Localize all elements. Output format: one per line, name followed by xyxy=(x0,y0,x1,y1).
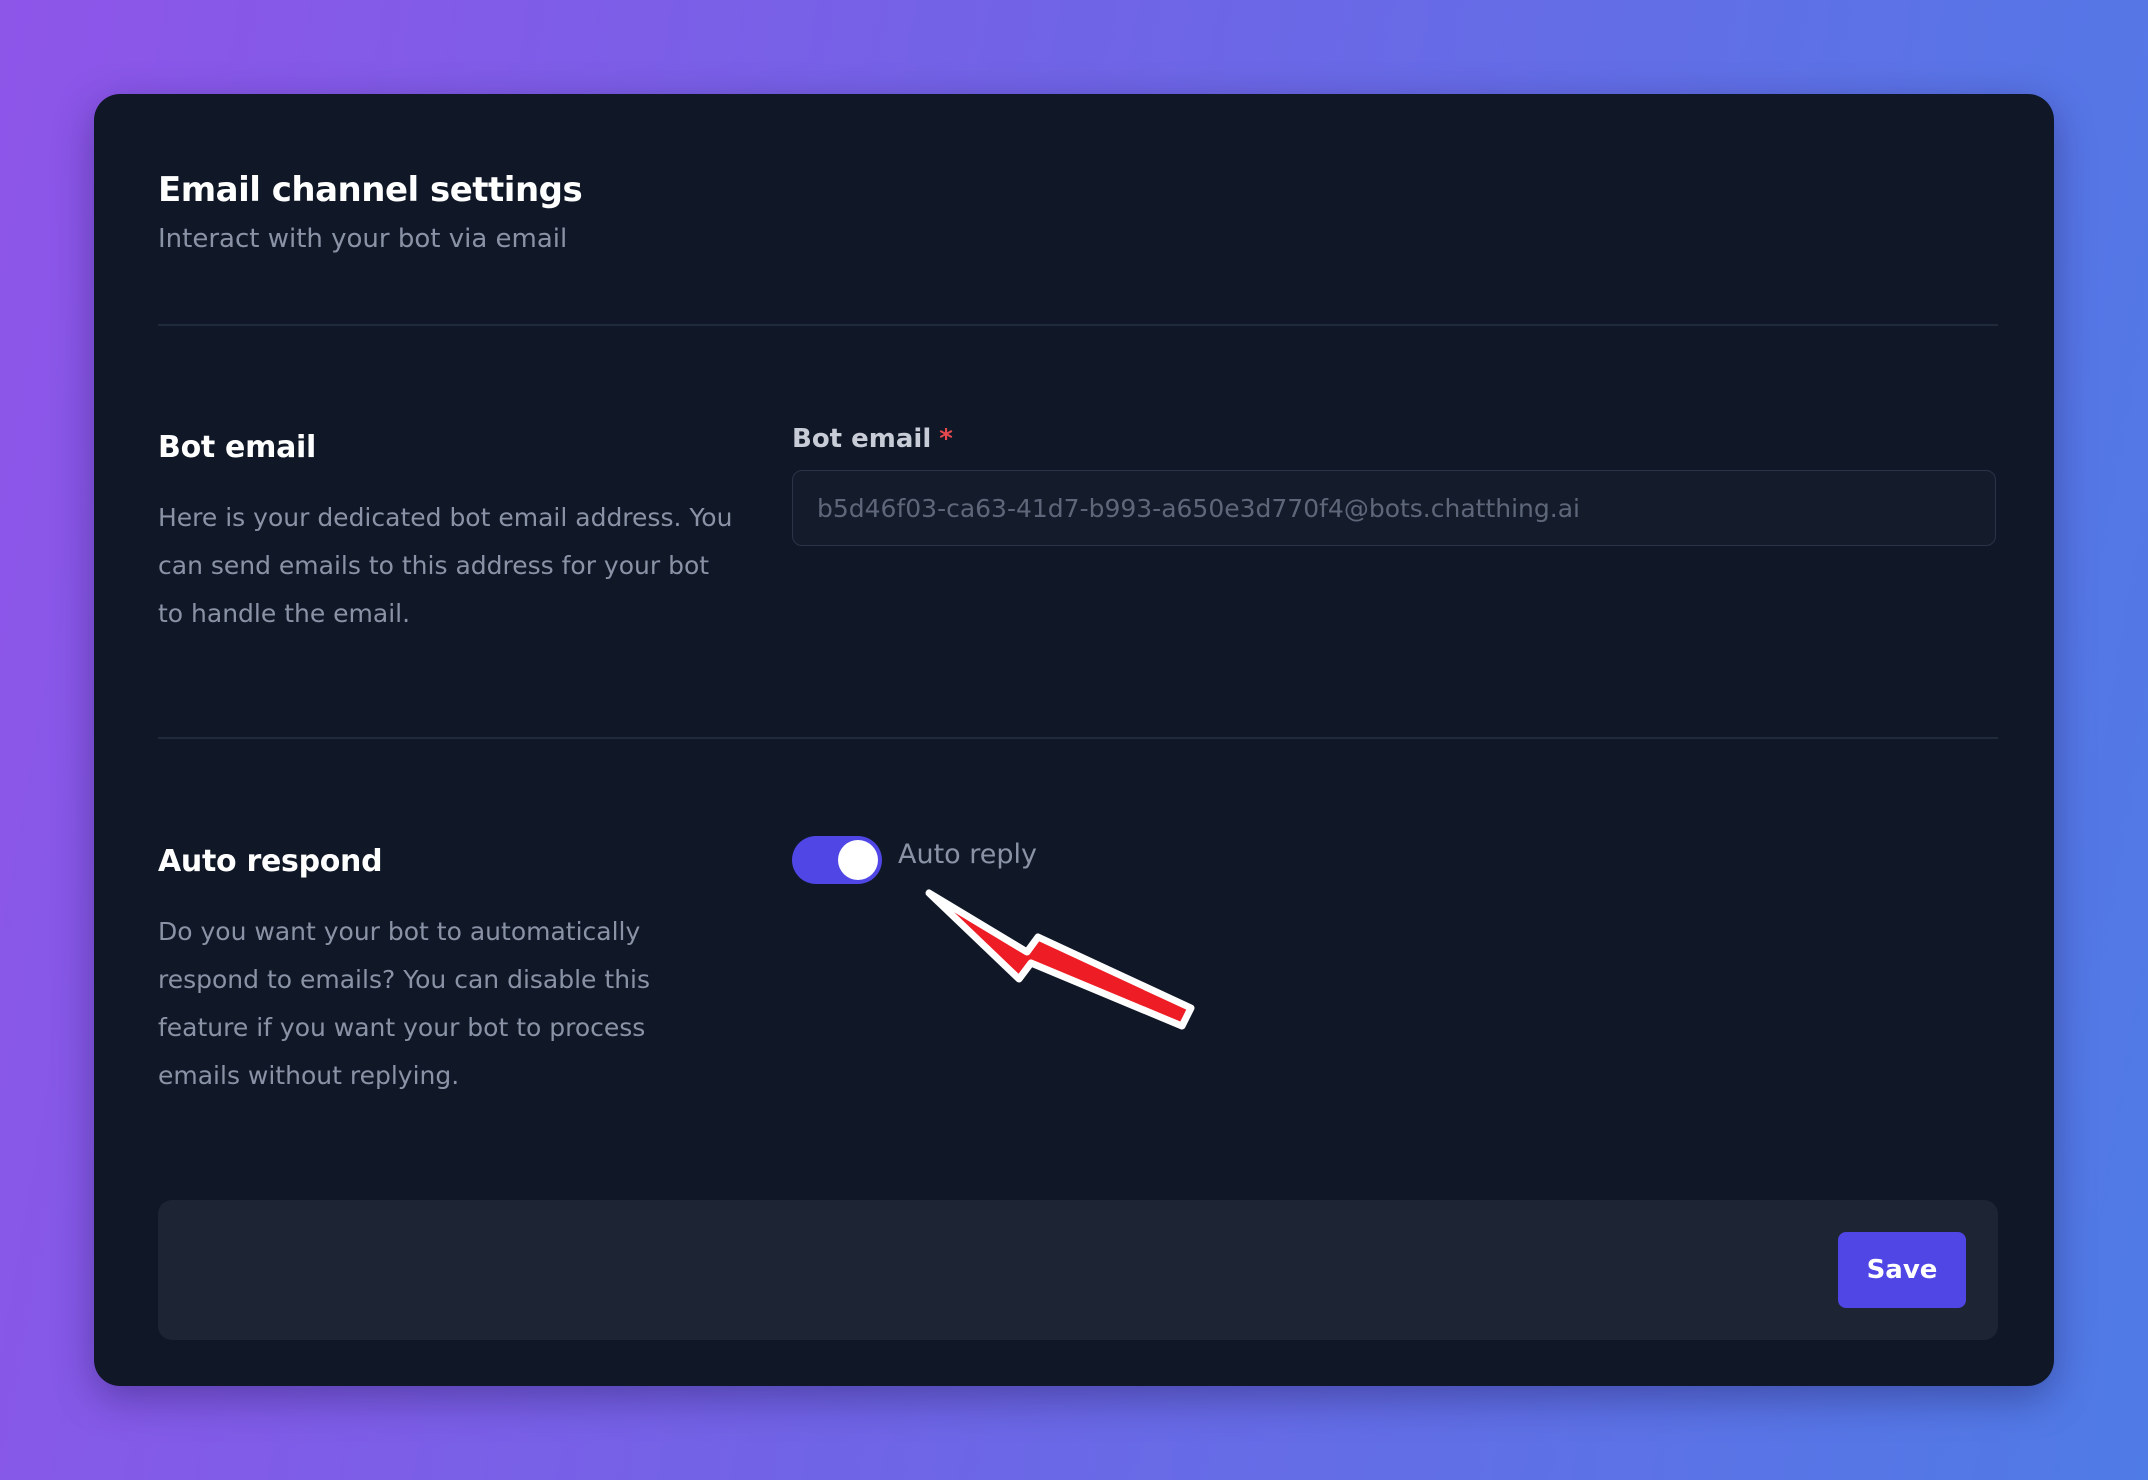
page-title: Email channel settings xyxy=(158,170,583,210)
page-subtitle: Interact with your bot via email xyxy=(158,224,568,254)
toggle-knob xyxy=(838,840,878,880)
bot-email-description: Here is your dedicated bot email address… xyxy=(158,503,733,628)
auto-respond-description: Do you want your bot to automatically re… xyxy=(158,917,651,1090)
save-button[interactable]: Save xyxy=(1838,1232,1966,1308)
bot-email-field-label: Bot email * xyxy=(792,424,953,454)
red-arrow-icon xyxy=(925,889,1195,1030)
bot-email-label-text: Bot email xyxy=(792,424,932,454)
bot-email-input[interactable] xyxy=(792,470,1996,546)
settings-card: Email channel settings Interact with you… xyxy=(94,94,2054,1386)
section-divider xyxy=(158,737,1998,739)
page-header: Email channel settings Interact with you… xyxy=(158,170,583,254)
auto-reply-toggle[interactable] xyxy=(792,836,882,884)
auto-reply-label[interactable]: Auto reply xyxy=(898,839,1037,870)
auto-respond-section-title: Auto respond xyxy=(158,844,383,879)
required-asterisk: * xyxy=(939,424,953,454)
header-divider xyxy=(158,324,1998,326)
bot-email-section-title: Bot email xyxy=(158,430,316,465)
footer-bar: Save xyxy=(158,1200,1998,1340)
